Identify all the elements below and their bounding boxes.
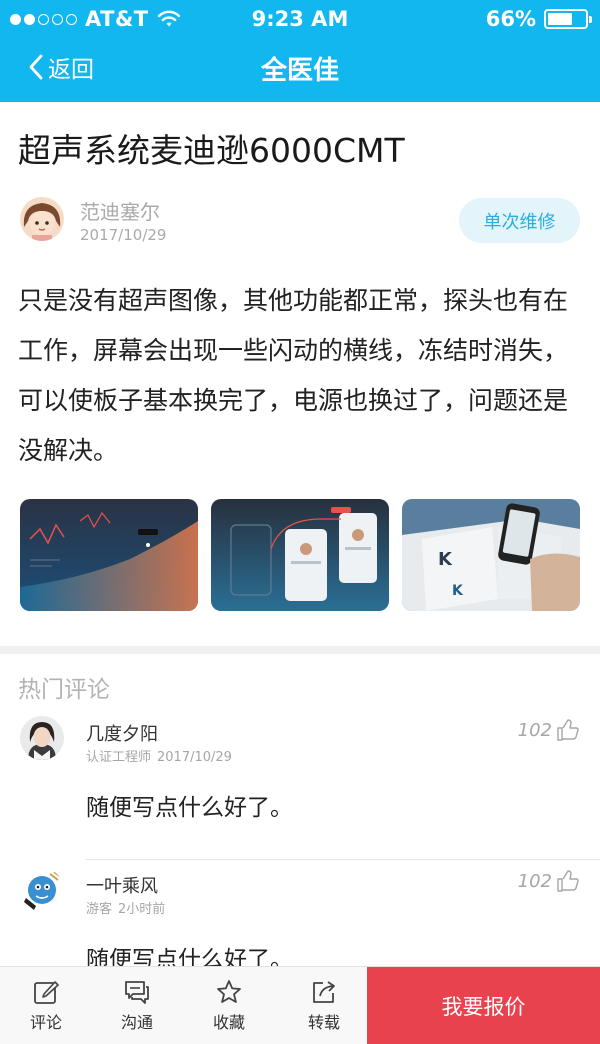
- comment-author[interactable]: 一叶乘风: [86, 872, 158, 898]
- post-image-brand-book[interactable]: K K: [402, 499, 580, 611]
- chat-action-label: 沟通: [120, 1013, 153, 1032]
- comment-time: 2017/10/29: [157, 750, 232, 765]
- battery-fill: [548, 13, 572, 25]
- like-button[interactable]: 102: [518, 870, 580, 892]
- share-icon: [313, 981, 335, 1003]
- svg-text:K: K: [452, 583, 464, 599]
- comment-role: 游客: [86, 902, 113, 917]
- post-image-app-flow[interactable]: [211, 499, 389, 611]
- favorite-action-label: 收藏: [212, 1013, 245, 1032]
- post-date: 2017/10/29: [80, 226, 167, 244]
- comment-text: 随便写点什么好了。: [86, 795, 293, 821]
- author-name[interactable]: 范迪塞尔: [80, 196, 160, 225]
- favorite-action[interactable]: 收藏: [191, 967, 267, 1044]
- hot-comments-title: 热门评论: [18, 677, 110, 703]
- comment-separator: [86, 859, 600, 860]
- svg-text:K: K: [438, 549, 453, 570]
- author-avatar[interactable]: [20, 197, 64, 241]
- status-right: 66%: [485, 7, 592, 31]
- comment-action[interactable]: 评论: [8, 967, 84, 1044]
- section-divider: [0, 646, 600, 654]
- chat-icon: [125, 981, 149, 1004]
- post-body: 只是没有超声图像，其他功能都正常，探头也有在工作，屏幕会出现一些闪动的横线，冻结…: [18, 286, 569, 465]
- comment-avatar[interactable]: [20, 868, 64, 912]
- nav-bar: 返回 全医佳: [0, 38, 600, 102]
- edit-icon: [34, 981, 59, 1004]
- comment-meta: 认证工程师 2017/10/29: [86, 746, 238, 765]
- comment-avatar[interactable]: [20, 716, 64, 760]
- star-icon: [217, 980, 241, 1003]
- bottom-action-bar: 评论 沟通 收藏 转载 我要报价: [0, 966, 600, 1044]
- page-title: 全医佳: [260, 56, 339, 86]
- thumbs-up-icon: [557, 870, 579, 892]
- repost-action[interactable]: 转载: [286, 967, 362, 1044]
- repost-action-label: 转载: [307, 1013, 340, 1032]
- quote-button[interactable]: 我要报价: [367, 967, 600, 1044]
- comment-role: 认证工程师: [86, 750, 152, 765]
- like-count: 102: [517, 719, 552, 741]
- chat-action[interactable]: 沟通: [99, 967, 175, 1044]
- post-image-dashboard[interactable]: [20, 499, 198, 611]
- battery-icon: [544, 9, 592, 29]
- comment-action-label: 评论: [29, 1013, 62, 1032]
- like-count: 102: [517, 870, 552, 892]
- like-button[interactable]: 102: [518, 719, 580, 741]
- repair-type-tag[interactable]: 单次维修: [459, 198, 580, 243]
- comment-meta: 游客 2小时前: [86, 898, 171, 917]
- battery-percent: 66%: [485, 7, 536, 31]
- post-title: 超声系统麦迪逊6000CMT: [18, 131, 405, 170]
- comment-time: 2小时前: [118, 902, 166, 917]
- header: AT&T 9:23 AM 66% 返回 全医佳: [0, 0, 600, 102]
- comment-author[interactable]: 几度夕阳: [86, 720, 158, 746]
- post-images: K K: [20, 499, 580, 611]
- status-bar: AT&T 9:23 AM 66%: [0, 0, 600, 38]
- thumbs-up-icon: [557, 719, 579, 741]
